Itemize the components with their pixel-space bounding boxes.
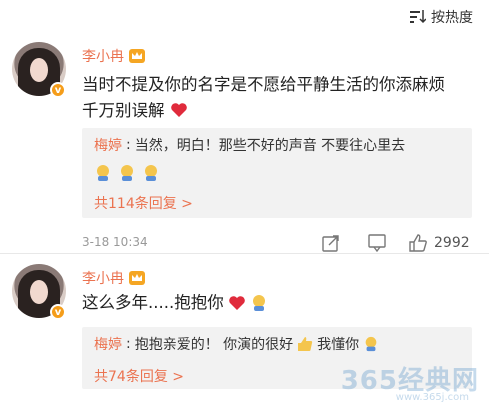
comment-icon[interactable] [368,234,386,252]
doge-emoji-icon [252,295,265,311]
view-replies-link[interactable]: 共74条回复 > [94,366,184,386]
username[interactable]: 李小冉 [82,46,124,66]
share-icon[interactable] [322,234,340,252]
comment-body: 当时不提及你的名字是不愿给平静生活的你添麻烦千万别误解 [82,75,445,120]
comment-text: 当时不提及你的名字是不愿给平静生活的你添麻烦千万别误解 [82,72,452,124]
reply-text: 抱抱亲爱的！ 你演的很好 [134,337,294,353]
doge-emoji-icon [121,165,133,181]
thumbs-up-emoji-icon [298,337,313,351]
reply-author[interactable]: 梅婷 [94,135,122,155]
timestamp: 3-18 10:34 [82,235,148,249]
sort-icon [410,10,426,24]
username[interactable]: 李小冉 [82,268,124,288]
vip-crown-icon [129,49,145,63]
like-button[interactable]: 2992 [408,233,470,253]
thumbs-up-icon [409,234,427,252]
reply-author[interactable]: 梅婷 [94,334,122,354]
red-heart-icon [228,296,245,310]
reply-text: 当然，明白！那些不好的声音 不要往心里去 [134,138,406,154]
view-replies-link[interactable]: 共114条回复 > [94,193,193,213]
reply-preview[interactable]: 梅婷 : 当然，明白！那些不好的声音 不要往心里去 共114条回复 > [82,128,472,218]
verified-badge-icon: v [50,82,66,98]
sort-label: 按热度 [431,10,473,26]
site-watermark-url: www.365j.com [395,392,469,403]
comment-body: 这么多年.....抱抱你 [82,293,224,312]
red-heart-icon [170,103,187,117]
sort-by-popularity-button[interactable]: 按热度 [410,8,473,26]
like-count: 2992 [434,235,470,251]
comment-text: 这么多年.....抱抱你 [82,290,462,316]
doge-emoji-icon [97,165,109,181]
doge-emoji-icon [145,165,157,181]
vip-crown-icon [129,271,145,285]
divider [0,253,489,254]
reply-text-end: 我懂你 [317,337,360,353]
verified-badge-icon: v [50,304,66,320]
doge-emoji-icon [365,336,377,352]
